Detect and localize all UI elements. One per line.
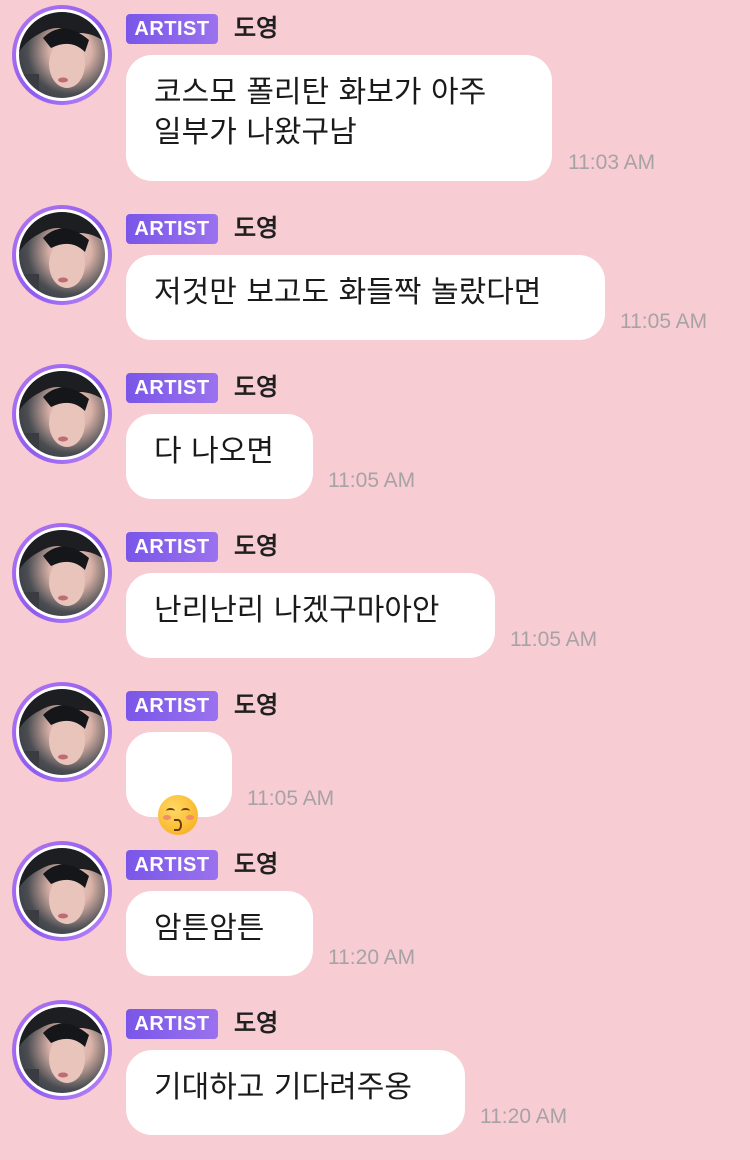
avatar-frame xyxy=(16,9,108,101)
chat-message: ARTIST 도영 11:05 AM xyxy=(0,682,750,842)
profile-photo xyxy=(19,848,105,934)
message-bubble[interactable]: 기대하고 기다려주옹 xyxy=(126,1050,465,1135)
artist-badge: ARTIST xyxy=(126,14,218,44)
kissing-face-icon xyxy=(158,794,198,835)
profile-photo xyxy=(19,689,105,775)
chat-message: ARTIST 도영 난리난리 나겠구마아안 11:05 AM xyxy=(0,523,750,683)
artist-badge: ARTIST xyxy=(126,691,218,721)
artist-badge: ARTIST xyxy=(126,532,218,562)
sender-name: 도영 xyxy=(234,373,279,401)
artist-badge: ARTIST xyxy=(126,850,218,880)
avatar-frame xyxy=(16,686,108,778)
message-bubble[interactable]: 난리난리 나겠구마아안 xyxy=(126,573,495,658)
message-bubble[interactable]: 다 나오면 xyxy=(126,414,313,499)
message-time: 11:05 AM xyxy=(510,628,598,651)
profile-photo xyxy=(19,212,105,298)
artist-badge: ARTIST xyxy=(126,373,218,403)
avatar[interactable] xyxy=(12,682,112,782)
message-time: 11:20 AM xyxy=(328,946,416,969)
profile-photo xyxy=(19,530,105,616)
message-bubble[interactable] xyxy=(126,732,232,835)
avatar[interactable] xyxy=(12,5,112,105)
message-bubble[interactable]: 저것만 보고도 화들짝 놀랐다면 xyxy=(126,255,605,340)
avatar-frame xyxy=(16,368,108,460)
artist-badge: ARTIST xyxy=(126,214,218,244)
message-time: 11:05 AM xyxy=(328,469,416,492)
message-bubble[interactable]: 코스모 폴리탄 화보가 아주 일부가 나왔구남 xyxy=(126,55,552,181)
message-time: 11:05 AM xyxy=(620,310,708,333)
chat-message: ARTIST 도영 저것만 보고도 화들짝 놀랐다면 11:05 AM xyxy=(0,205,750,365)
message-time: 11:05 AM xyxy=(247,787,335,810)
sender-name: 도영 xyxy=(234,14,279,42)
sender-name: 도영 xyxy=(234,1009,279,1037)
avatar[interactable] xyxy=(12,523,112,623)
artist-badge: ARTIST xyxy=(126,1009,218,1039)
avatar-frame xyxy=(16,845,108,937)
profile-photo xyxy=(19,12,105,98)
sender-name: 도영 xyxy=(234,691,279,719)
sender-name: 도영 xyxy=(234,214,279,242)
sender-name: 도영 xyxy=(234,532,279,560)
avatar-frame xyxy=(16,1004,108,1096)
avatar-frame xyxy=(16,209,108,301)
profile-photo xyxy=(19,1007,105,1093)
chat-message: ARTIST 도영 코스모 폴리탄 화보가 아주 일부가 나왔구남 11:03 … xyxy=(0,5,750,181)
profile-photo xyxy=(19,371,105,457)
message-time: 11:03 AM xyxy=(568,151,656,174)
sender-name: 도영 xyxy=(234,850,279,878)
chat-message: ARTIST 도영 암튼암튼 11:20 AM xyxy=(0,841,750,1001)
avatar[interactable] xyxy=(12,205,112,305)
chat-message: ARTIST 도영 기대하고 기다려주옹 11:20 AM xyxy=(0,1000,750,1160)
avatar[interactable] xyxy=(12,364,112,464)
message-time: 11:20 AM xyxy=(480,1105,568,1128)
avatar[interactable] xyxy=(12,1000,112,1100)
message-bubble[interactable]: 암튼암튼 xyxy=(126,891,313,976)
chat-message: ARTIST 도영 다 나오면 11:05 AM xyxy=(0,364,750,524)
avatar-frame xyxy=(16,527,108,619)
avatar[interactable] xyxy=(12,841,112,941)
